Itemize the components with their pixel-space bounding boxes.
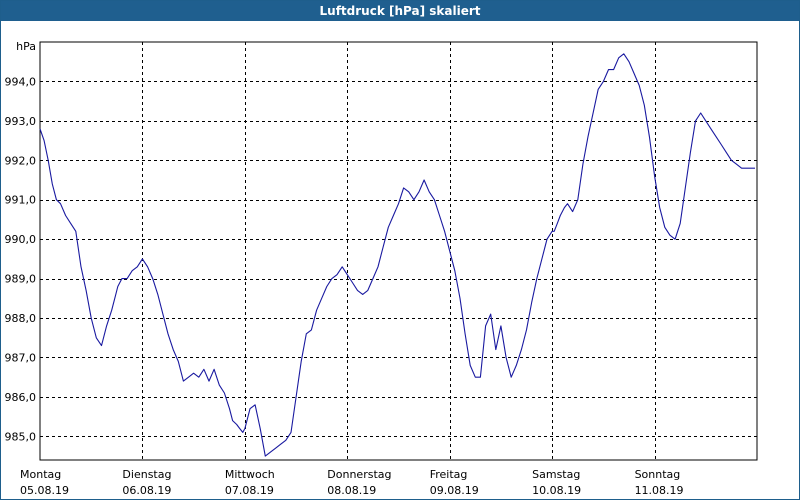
x-tick-day: Donnerstag bbox=[327, 468, 391, 481]
x-tick-labels: Montag 05.08.19 Dienstag 06.08.19 Mittwoch 07… bbox=[20, 468, 684, 497]
y-tick-label: 986,0 bbox=[5, 391, 37, 404]
grid bbox=[40, 42, 757, 460]
x-tick-date: 09.08.19 bbox=[430, 484, 479, 497]
x-tick-label: Dienstag 06.08.19 bbox=[122, 468, 171, 497]
x-tick-label: Samstag 10.08.19 bbox=[532, 468, 581, 497]
x-tick-day: Freitag bbox=[430, 468, 468, 481]
x-tick-day: Samstag bbox=[532, 468, 580, 481]
y-tick-label: 991,0 bbox=[5, 194, 37, 207]
y-axis-unit-label: hPa bbox=[16, 40, 36, 53]
y-tick-label: 990,0 bbox=[5, 233, 37, 246]
y-tick-label: 989,0 bbox=[5, 273, 37, 286]
y-tick-label: 987,0 bbox=[5, 351, 37, 364]
x-tick-date: 08.08.19 bbox=[327, 484, 376, 497]
y-tick-label: 988,0 bbox=[5, 312, 37, 325]
x-tick-day: Dienstag bbox=[122, 468, 171, 481]
x-tick-date: 05.08.19 bbox=[20, 484, 69, 497]
x-tick-date: 10.08.19 bbox=[532, 484, 581, 497]
x-tick-label: Freitag 09.08.19 bbox=[430, 468, 479, 497]
x-tick-label: Sonntag 11.08.19 bbox=[635, 468, 684, 497]
y-tick-label: 993,0 bbox=[5, 115, 37, 128]
x-tick-day: Montag bbox=[20, 468, 61, 481]
series-layer bbox=[39, 53, 755, 457]
x-tick-label: Mittwoch 07.08.19 bbox=[225, 468, 275, 497]
y-tick-label: 985,0 bbox=[5, 430, 37, 443]
y-tick-labels: 985,0 986,0 987,0 988,0 989,0 990,0 991,0 992,0… bbox=[5, 75, 37, 443]
x-tick-date: 07.08.19 bbox=[225, 484, 274, 497]
plot-frame bbox=[39, 41, 758, 461]
x-tick-label: Donnerstag 08.08.19 bbox=[327, 468, 391, 497]
x-tick-day: Sonntag bbox=[635, 468, 681, 481]
y-tick-label: 992,0 bbox=[5, 154, 37, 167]
pressure-chart: 985,0 986,0 987,0 988,0 989,0 990,0 991,0 992,0… bbox=[5, 40, 758, 497]
x-tick-date: 11.08.19 bbox=[635, 484, 684, 497]
x-tick-day: Mittwoch bbox=[225, 468, 275, 481]
series-line bbox=[39, 53, 755, 457]
y-tick-label: 994,0 bbox=[5, 75, 37, 88]
x-tick-label: Montag 05.08.19 bbox=[20, 468, 69, 497]
x-tick-date: 06.08.19 bbox=[122, 484, 171, 497]
